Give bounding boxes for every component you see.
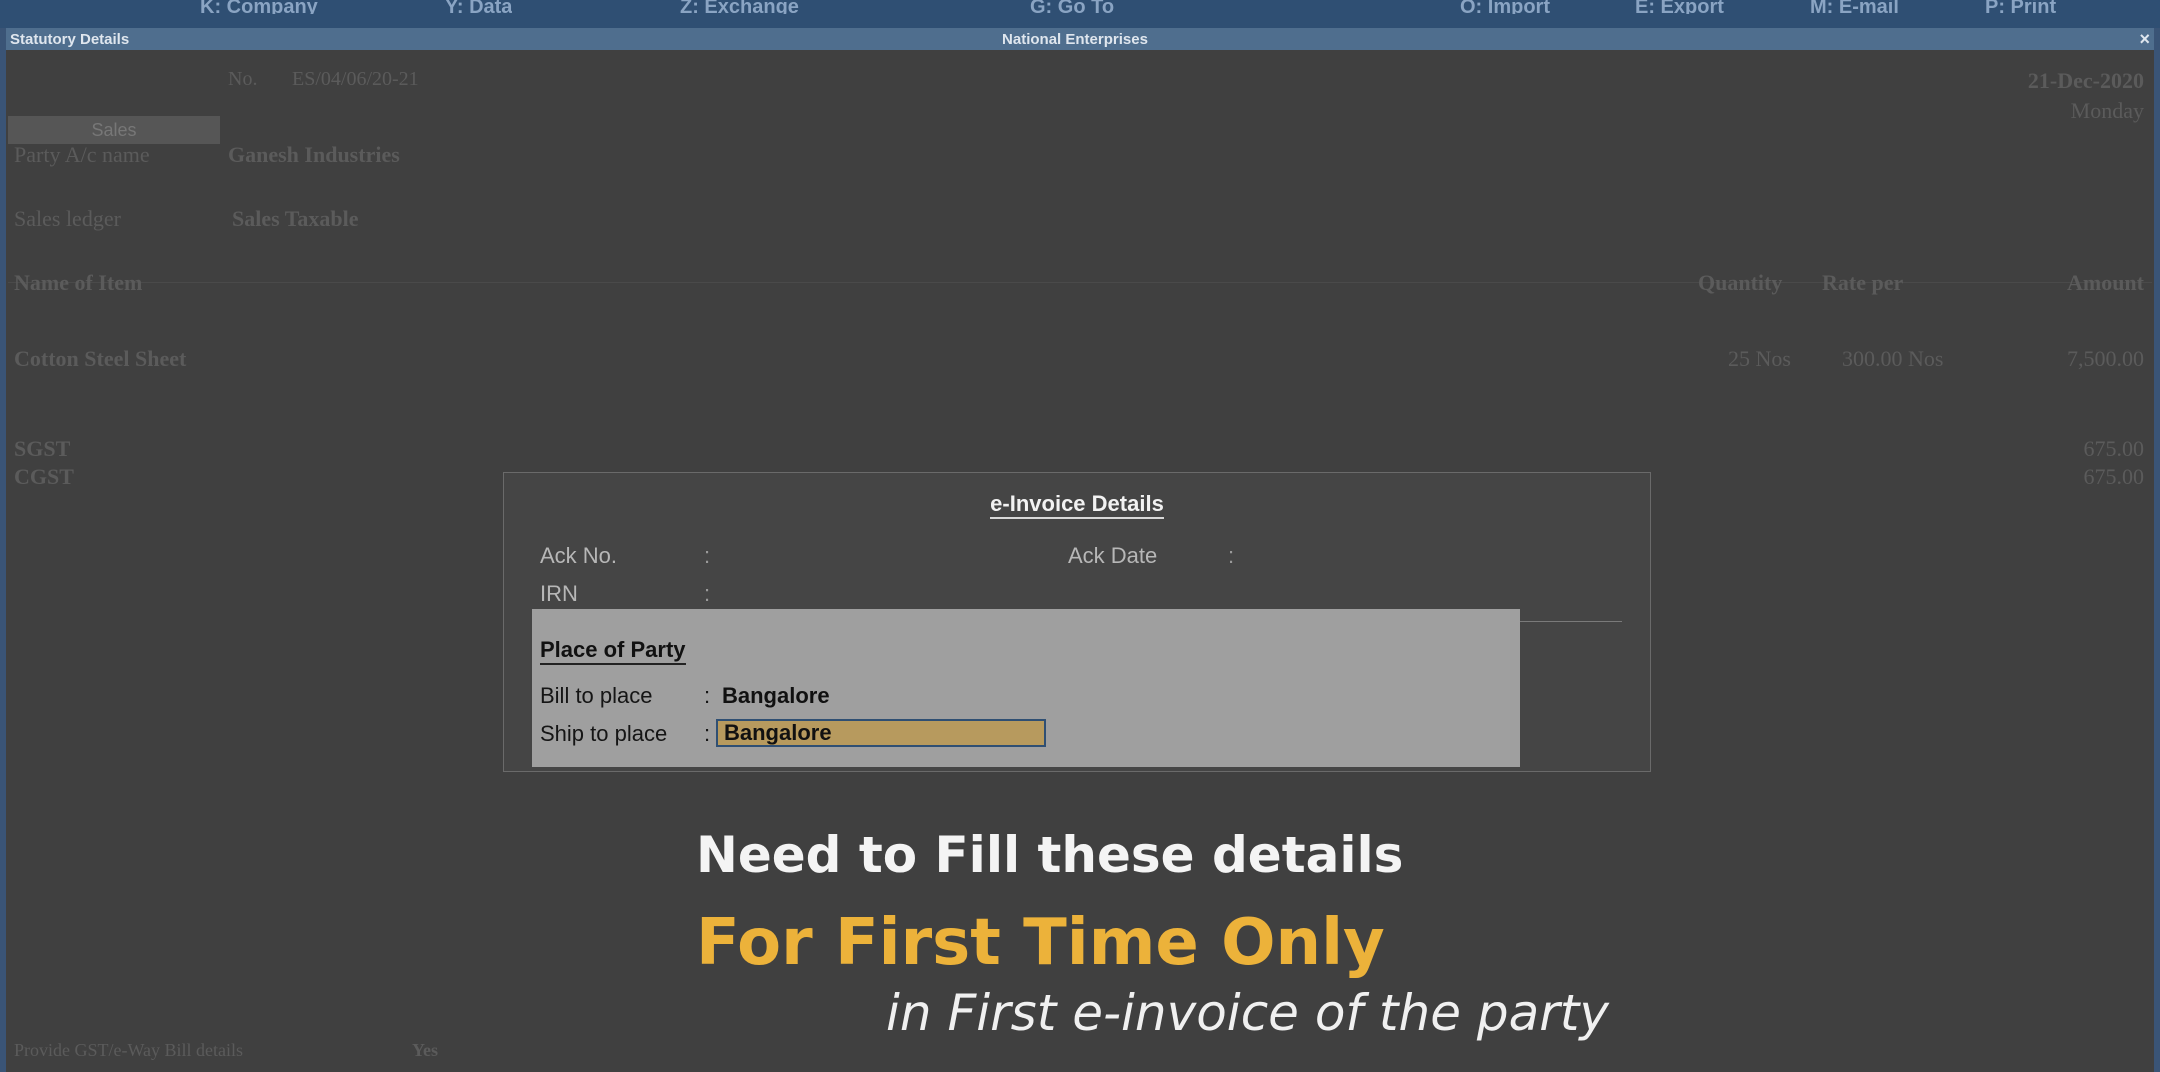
cgst-label: CGST (14, 464, 74, 489)
voucher-day: Monday (2070, 98, 2144, 123)
menu-goto[interactable]: G: Go To (1030, 0, 1114, 14)
party-value: Ganesh Industries (228, 142, 400, 167)
dialog-title: e-Invoice Details (504, 491, 1650, 519)
company-name: National Enterprises (1002, 31, 1148, 48)
ship-colon: : (704, 721, 711, 746)
bill-colon: : (704, 683, 711, 708)
item-rate: 300.00 Nos (1842, 346, 1944, 371)
caption-line-1: Need to Fill these details (696, 826, 1404, 884)
top-menu-bar: K: Company Y: Data Z: Exchange G: Go To … (0, 0, 2160, 28)
bill-to-place-value[interactable]: Bangalore (722, 683, 830, 709)
gst-details-label: Provide GST/e-Way Bill details (14, 1040, 244, 1060)
sales-ledger-label: Sales ledger (14, 206, 121, 231)
ack-date-colon: : (1228, 543, 1235, 568)
ack-no-colon: : (704, 543, 711, 568)
menu-import[interactable]: O: Import (1460, 0, 1550, 14)
menu-export[interactable]: E: Export (1635, 0, 1724, 14)
ack-date-label: Ack Date (1068, 543, 1158, 568)
col-item-header: Name of Item (14, 270, 143, 295)
close-icon[interactable]: × (2139, 29, 2150, 50)
sgst-label: SGST (14, 436, 71, 461)
col-qty-header: Quantity (1698, 270, 1783, 295)
menu-company[interactable]: K: Company (200, 0, 318, 14)
voucher-no-label: No. (228, 68, 258, 90)
right-frame (2154, 28, 2160, 1072)
ack-no-label: Ack No. (540, 543, 618, 568)
cgst-amount: 675.00 (2083, 464, 2145, 489)
caption-line-2: For First Time Only (696, 906, 1385, 980)
item-qty: 25 Nos (1728, 346, 1791, 371)
sales-ledger-value: Sales Taxable (232, 206, 359, 231)
sgst-amount: 675.00 (2083, 436, 2145, 461)
caption-line-3: in First e-invoice of the party (886, 984, 1609, 1042)
voucher-type-badge: Sales (8, 116, 220, 144)
menu-data[interactable]: Y: Data (445, 0, 512, 14)
irn-colon: : (704, 581, 711, 606)
menu-exchange[interactable]: Z: Exchange (680, 0, 799, 14)
gst-details-value[interactable]: Yes (412, 1040, 438, 1061)
voucher-date: 21-Dec-2020 (2027, 68, 2144, 93)
col-rate-header: Rate per (1822, 270, 1904, 295)
ship-to-place-input[interactable]: Bangalore (716, 719, 1046, 747)
voucher-number: ES/04/06/20-21 (292, 68, 419, 90)
place-of-party-title: Place of Party (540, 637, 686, 665)
irn-label: IRN (540, 581, 578, 606)
bill-to-place-label: Bill to place (540, 683, 653, 708)
left-frame (0, 28, 6, 1072)
item-name: Cotton Steel Sheet (14, 346, 187, 371)
e-invoice-dialog: e-Invoice Details Ack No. : Ack Date : I… (503, 472, 1651, 772)
ship-to-place-label: Ship to place (540, 721, 668, 746)
item-amount: 7,500.00 (2067, 346, 2144, 371)
place-of-party-section: Place of Party Bill to place : Bangalore… (532, 609, 1520, 767)
menu-print[interactable]: P: Print (1985, 0, 2056, 14)
col-amount-header: Amount (2066, 270, 2144, 295)
menu-email[interactable]: M: E-mail (1810, 0, 1899, 14)
window-title-bar: Statutory Details National Enterprises × (0, 28, 2160, 50)
party-label: Party A/c name (14, 142, 150, 167)
